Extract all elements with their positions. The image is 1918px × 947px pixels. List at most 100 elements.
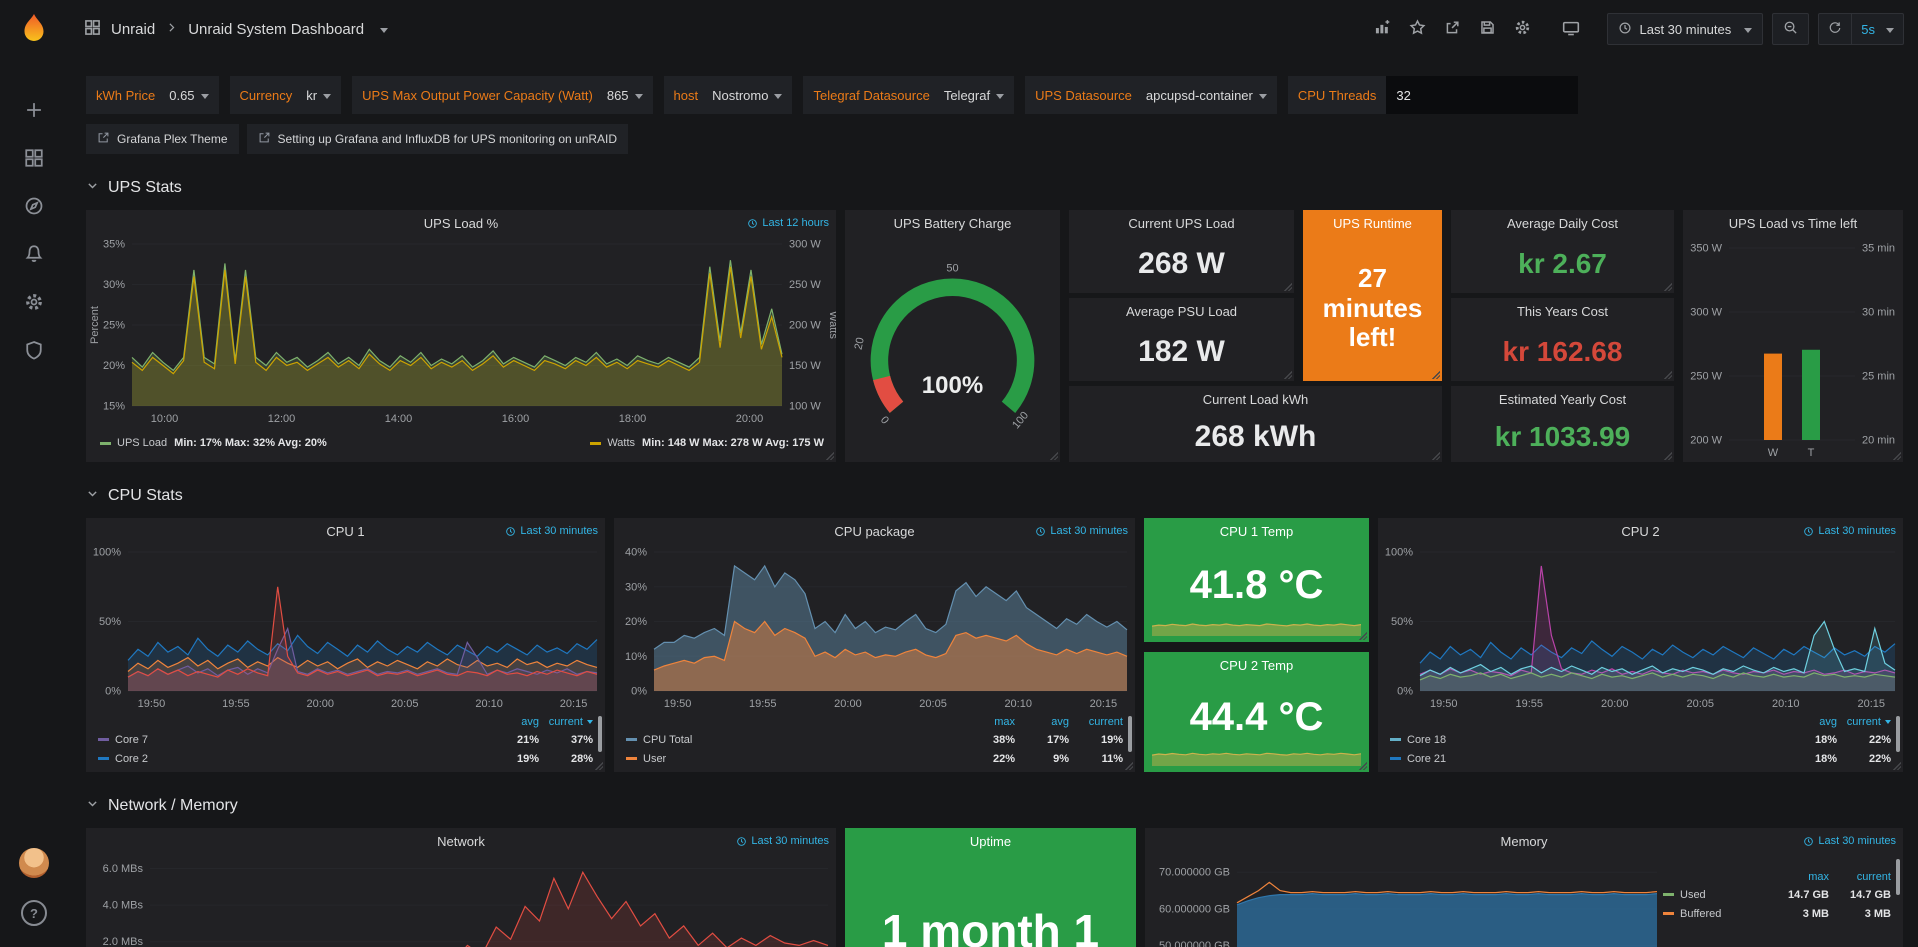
battery-gauge[interactable]: 02050100100%	[845, 236, 1060, 462]
series-name[interactable]: Watts	[607, 437, 635, 449]
panel-title[interactable]: CPU 1	[326, 524, 364, 539]
legend-scrollbar[interactable]	[598, 716, 602, 752]
refresh-button[interactable]	[1819, 14, 1851, 44]
panel-time-override[interactable]: Last 30 minutes	[505, 525, 598, 537]
panel-title[interactable]: Estimated Yearly Cost	[1499, 392, 1626, 407]
row-header-cpu-stats[interactable]: CPU Stats	[86, 484, 1918, 508]
variable-value-dropdown[interactable]: 865	[603, 88, 653, 103]
panel-resize-handle[interactable]	[1284, 283, 1292, 291]
cpu-package-chart[interactable]: 40%30%20%10%0%19:5019:5520:0020:0520:102…	[614, 544, 1135, 711]
legend-col-current[interactable]: current	[1837, 716, 1891, 728]
legend-scrollbar[interactable]	[1128, 716, 1132, 752]
ups-load-vs-time-chart[interactable]: 350 W35 min300 W30 min250 W25 min200 W20…	[1683, 236, 1903, 462]
legend-scrollbar[interactable]	[1896, 859, 1900, 895]
star-dashboard-button[interactable]	[1404, 16, 1430, 42]
panel-title[interactable]: UPS Load vs Time left	[1729, 216, 1858, 231]
panel-title[interactable]: Memory	[1501, 834, 1548, 849]
legend-col-avg[interactable]: avg	[1015, 716, 1069, 728]
panel-title[interactable]: UPS Load %	[424, 216, 498, 231]
panel-time-override[interactable]: Last 30 minutes	[736, 835, 829, 847]
panel-resize-handle[interactable]	[1359, 762, 1367, 770]
legend-col-max[interactable]: max	[961, 716, 1015, 728]
panel-time-override[interactable]: Last 12 hours	[747, 217, 829, 229]
sidebar-item-configuration[interactable]	[14, 283, 54, 323]
user-avatar-button[interactable]	[14, 843, 54, 883]
breadcrumb-dashboard-title[interactable]: Unraid System Dashboard	[188, 21, 364, 38]
link-grafana-plex-theme[interactable]: Grafana Plex Theme	[86, 124, 239, 154]
sidebar-item-explore[interactable]	[14, 187, 54, 227]
variable-value-dropdown[interactable]: apcupsd-container	[1142, 88, 1277, 103]
panel-resize-handle[interactable]	[1664, 283, 1672, 291]
save-dashboard-button[interactable]	[1474, 16, 1500, 42]
panel-resize-handle[interactable]	[1432, 452, 1440, 460]
panel-resize-handle[interactable]	[595, 762, 603, 770]
panel-time-override[interactable]: Last 30 minutes	[1803, 835, 1896, 847]
time-picker-button[interactable]: Last 30 minutes	[1607, 13, 1763, 45]
panel-title[interactable]: Network	[437, 834, 485, 849]
panel-time-override[interactable]: Last 30 minutes	[1803, 525, 1896, 537]
zoom-out-button[interactable]	[1772, 13, 1809, 45]
add-panel-button[interactable]	[1369, 16, 1395, 42]
sidebar-item-create[interactable]	[14, 91, 54, 131]
panel-title[interactable]: CPU 1 Temp	[1220, 524, 1293, 539]
row-header-network-memory[interactable]: Network / Memory	[86, 794, 1918, 818]
variable-value-dropdown[interactable]: Telegraf	[940, 88, 1014, 103]
panel-title[interactable]: Average Daily Cost	[1507, 216, 1618, 231]
panel-title[interactable]: Average PSU Load	[1126, 304, 1237, 319]
memory-chart[interactable]: 70.000000 GB60.000000 GB50.000000 GB	[1145, 856, 1663, 947]
series-name[interactable]: Core 2	[98, 753, 485, 765]
legend-col-current[interactable]: current	[1069, 716, 1123, 728]
panel-resize-handle[interactable]	[1893, 762, 1901, 770]
legend-col-current[interactable]: current	[1829, 871, 1891, 883]
cycle-view-button[interactable]	[1558, 16, 1584, 42]
panel-resize-handle[interactable]	[1359, 632, 1367, 640]
panel-title[interactable]: Current Load kWh	[1203, 392, 1309, 407]
share-dashboard-button[interactable]	[1439, 16, 1465, 42]
sidebar-item-alerting[interactable]	[14, 235, 54, 275]
series-name[interactable]: User	[626, 753, 961, 765]
legend-col-avg[interactable]: avg	[1783, 716, 1837, 728]
panel-title[interactable]: UPS Battery Charge	[894, 216, 1012, 231]
sidebar-item-server-admin[interactable]	[14, 331, 54, 371]
panel-resize-handle[interactable]	[826, 452, 834, 460]
panel-title[interactable]: CPU 2 Temp	[1220, 658, 1293, 673]
panel-resize-handle[interactable]	[1664, 371, 1672, 379]
dashboard-settings-button[interactable]	[1509, 16, 1535, 42]
caret-down-icon[interactable]	[380, 28, 388, 37]
breadcrumb-folder[interactable]: Unraid	[111, 21, 155, 38]
panel-time-override[interactable]: Last 30 minutes	[1035, 525, 1128, 537]
variable-value-dropdown[interactable]: kr	[302, 88, 341, 103]
refresh-interval-button[interactable]: 5s	[1851, 14, 1903, 44]
series-name[interactable]: UPS Load	[117, 437, 167, 449]
legend-scrollbar[interactable]	[1896, 716, 1900, 752]
series-name[interactable]: Core 21	[1390, 753, 1783, 765]
panel-title[interactable]: CPU 2	[1621, 524, 1659, 539]
variable-value-dropdown[interactable]: Nostromo	[708, 88, 792, 103]
legend-col-avg[interactable]: avg	[485, 716, 539, 728]
panel-resize-handle[interactable]	[1284, 371, 1292, 379]
sidebar-item-dashboards[interactable]	[14, 139, 54, 179]
series-name[interactable]: Core 7	[98, 734, 485, 746]
ups-load-chart[interactable]: 35%300 W30%250 W25%200 W20%150 W15%100 W…	[86, 236, 836, 430]
series-name[interactable]: Core 18	[1390, 734, 1783, 746]
panel-resize-handle[interactable]	[1125, 762, 1133, 770]
row-header-ups-stats[interactable]: UPS Stats	[86, 176, 1918, 200]
series-name[interactable]: Used	[1663, 889, 1767, 901]
panel-title[interactable]: This Years Cost	[1517, 304, 1608, 319]
legend-col-current[interactable]: current	[539, 716, 593, 728]
cpu-1-chart[interactable]: 100%50%0%19:5019:5520:0020:0520:1020:15	[86, 544, 605, 711]
panel-title[interactable]: Current UPS Load	[1128, 216, 1234, 231]
series-name[interactable]: CPU Total	[626, 734, 961, 746]
panel-resize-handle[interactable]	[1893, 452, 1901, 460]
panel-resize-handle[interactable]	[1050, 452, 1058, 460]
panel-title[interactable]: UPS Runtime	[1333, 216, 1412, 231]
series-name[interactable]: Buffered	[1663, 908, 1767, 920]
panel-title[interactable]: CPU package	[834, 524, 914, 539]
panel-resize-handle[interactable]	[1664, 452, 1672, 460]
link-ups-monitoring-guide[interactable]: Setting up Grafana and InfluxDB for UPS …	[247, 124, 629, 154]
grafana-logo[interactable]	[14, 9, 54, 49]
legend-col-max[interactable]: max	[1767, 871, 1829, 883]
network-chart[interactable]: 6.0 MBs4.0 MBs2.0 MBs	[86, 854, 836, 947]
panel-title[interactable]: Uptime	[970, 834, 1011, 849]
sidebar-item-help[interactable]: ?	[14, 893, 54, 933]
